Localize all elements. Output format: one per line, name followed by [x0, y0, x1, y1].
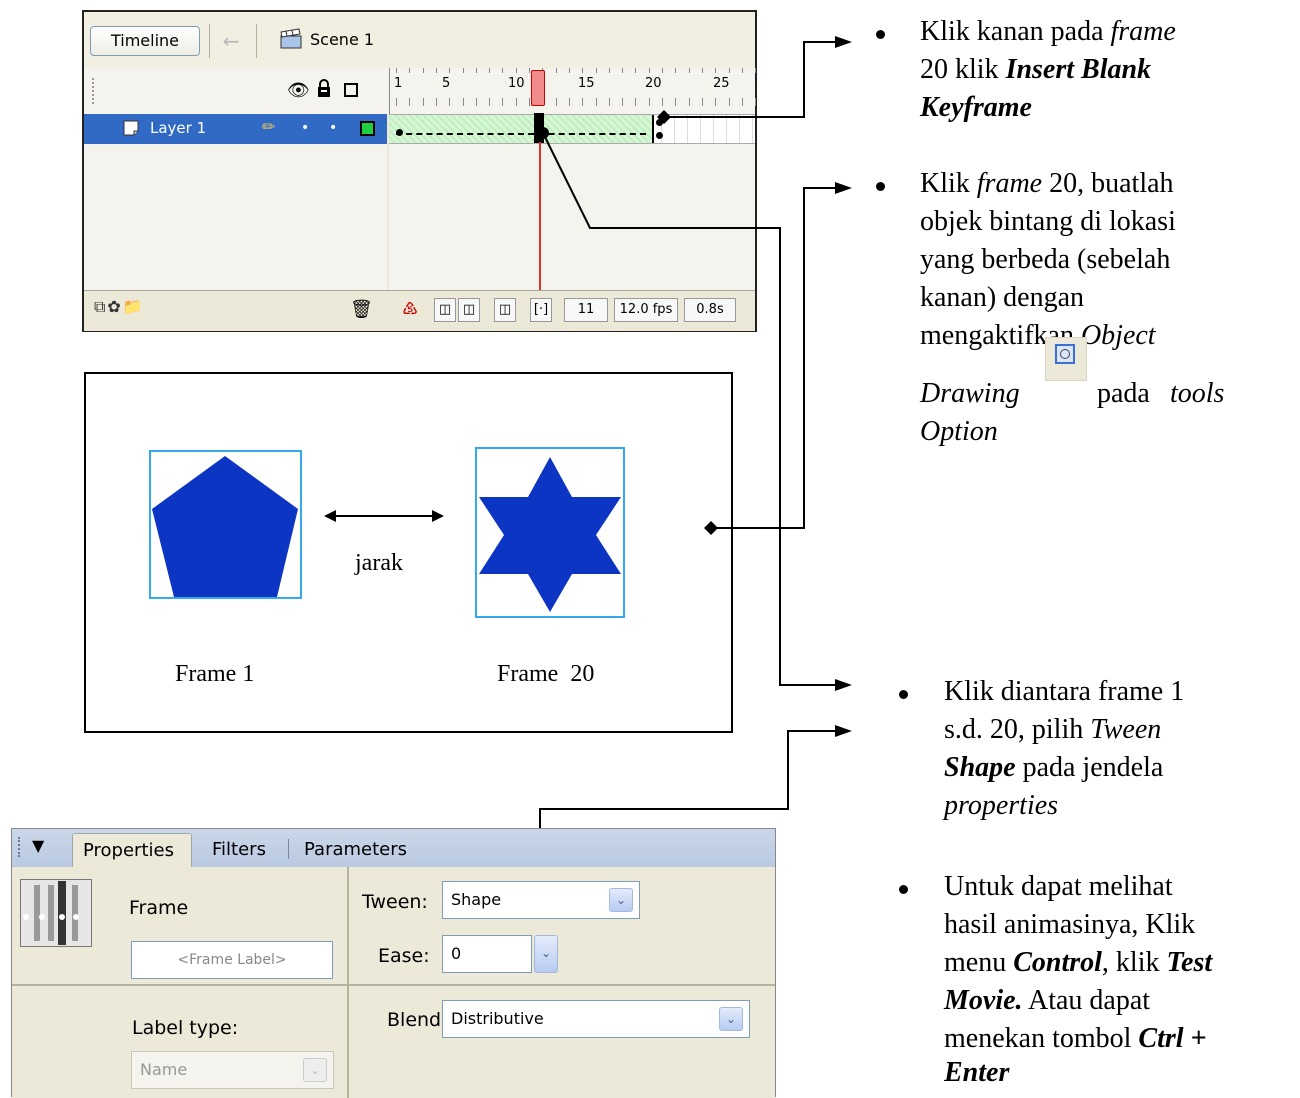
- tab-filters[interactable]: Filters: [212, 839, 266, 860]
- ease-input[interactable]: 0: [442, 935, 532, 973]
- bullet: [876, 182, 885, 191]
- chevron-down-icon[interactable]: ⌄: [719, 1007, 743, 1031]
- ease-label: Ease:: [378, 945, 430, 967]
- step2-text: pada: [1097, 378, 1150, 409]
- instruction-step4: Untuk dapat melihat hasil animasinya, Kl…: [944, 868, 1300, 1088]
- instruction-step3: Klik diantara frame 1 s.d. 20, pilih Twe…: [944, 673, 1294, 825]
- step1-text: 20 klik: [920, 54, 1006, 85]
- step4-bold: Movie.: [944, 985, 1023, 1016]
- step1-italic: frame: [1110, 16, 1176, 47]
- chevron-down-icon: ⌄: [303, 1058, 327, 1082]
- step1-bold: Keyframe: [920, 92, 1032, 123]
- frame-thumbnail-icon: [20, 879, 92, 947]
- step4-text: , klik: [1101, 947, 1167, 978]
- step3-text: pada jendela: [1015, 752, 1164, 783]
- step2-italic: Drawing: [920, 378, 1020, 409]
- frame1-caption: Frame 1: [175, 661, 255, 687]
- step2-italic: Option: [920, 416, 998, 447]
- step4-text: menekan tombol: [944, 1023, 1139, 1054]
- collapse-triangle-icon[interactable]: ▼: [32, 836, 44, 855]
- step2-text: Klik: [920, 168, 977, 199]
- step1-text: Klik kanan pada: [920, 16, 1111, 47]
- section-divider: [349, 984, 775, 986]
- object-drawing-button-icon: [1045, 337, 1087, 381]
- bullet: [899, 885, 908, 894]
- connector-lines: [539, 41, 835, 900]
- step4-bold: Ctrl +: [1138, 1023, 1207, 1054]
- step4-bold: Enter: [944, 1058, 1010, 1088]
- bullet: [876, 30, 885, 39]
- tab-properties-label: Properties: [83, 840, 174, 861]
- step3-bold: Shape: [944, 752, 1016, 783]
- frame-label-input[interactable]: <Frame Label>: [131, 941, 333, 979]
- step4-text: Atau dapat: [1022, 985, 1151, 1016]
- step4-text: hasil animasinya, Klik: [944, 909, 1196, 940]
- label-type-value: Name: [140, 1060, 188, 1079]
- distance-label: jarak: [355, 550, 403, 576]
- properties-panel: ▼ Properties Filters Parameters Frame <F…: [11, 828, 776, 1098]
- step1-bold: Insert Blank: [1005, 54, 1152, 85]
- properties-tabbar: ▼ Properties Filters Parameters: [12, 829, 775, 867]
- step3-italic: Tween: [1090, 714, 1162, 745]
- step2-text: objek bintang di lokasi: [920, 206, 1176, 237]
- tween-select[interactable]: Shape ⌄: [442, 881, 640, 919]
- step2-italic: frame: [976, 168, 1043, 199]
- pentagon-shape: [152, 456, 298, 597]
- label-type-heading: Label type:: [132, 1017, 239, 1039]
- step2-italic: tools: [1170, 378, 1225, 409]
- properties-body: Frame <Frame Label> Label type: Name ⌄ T…: [12, 867, 775, 1098]
- step4-bold: Control: [1013, 947, 1102, 978]
- instruction-step2: Klik frame 20, buatlah objek bintang di …: [920, 165, 1290, 451]
- star-shape: [479, 457, 621, 612]
- bullet: [899, 690, 908, 699]
- label-type-select: Name ⌄: [131, 1051, 334, 1089]
- step3-italic: properties: [944, 790, 1059, 821]
- step2-italic: Object: [1080, 320, 1156, 351]
- tab-divider: [288, 839, 289, 859]
- step3-text: Klik diantara frame 1: [944, 676, 1185, 707]
- column-divider: [347, 867, 349, 1098]
- instruction-step1: Klik kanan pada frame 20 klik Insert Bla…: [920, 13, 1280, 127]
- step2-text: yang berbeda (sebelah: [920, 244, 1171, 275]
- step2-text: 20, buatlah: [1042, 168, 1174, 199]
- tween-label: Tween:: [362, 891, 428, 913]
- grip-icon[interactable]: [18, 837, 23, 857]
- step4-text: Untuk dapat melihat: [944, 871, 1173, 902]
- tab-properties[interactable]: Properties: [72, 833, 192, 867]
- blend-value: Distributive: [451, 1009, 544, 1028]
- blend-label: Blend:: [387, 1009, 448, 1031]
- tab-parameters[interactable]: Parameters: [304, 839, 407, 860]
- blend-select[interactable]: Distributive ⌄: [442, 1000, 750, 1038]
- step3-text: s.d. 20, pilih: [944, 714, 1091, 745]
- step2-text: kanan) dengan: [920, 282, 1085, 313]
- tween-value: Shape: [451, 890, 502, 909]
- frame-label-heading: Frame: [129, 897, 189, 919]
- step4-text: menu: [944, 947, 1014, 978]
- step4-bold: Test: [1166, 947, 1213, 978]
- chevron-down-icon[interactable]: ⌄: [609, 888, 633, 912]
- ease-dropdown-icon[interactable]: ⌄: [534, 935, 558, 973]
- frame20-caption: Frame 20: [497, 661, 595, 687]
